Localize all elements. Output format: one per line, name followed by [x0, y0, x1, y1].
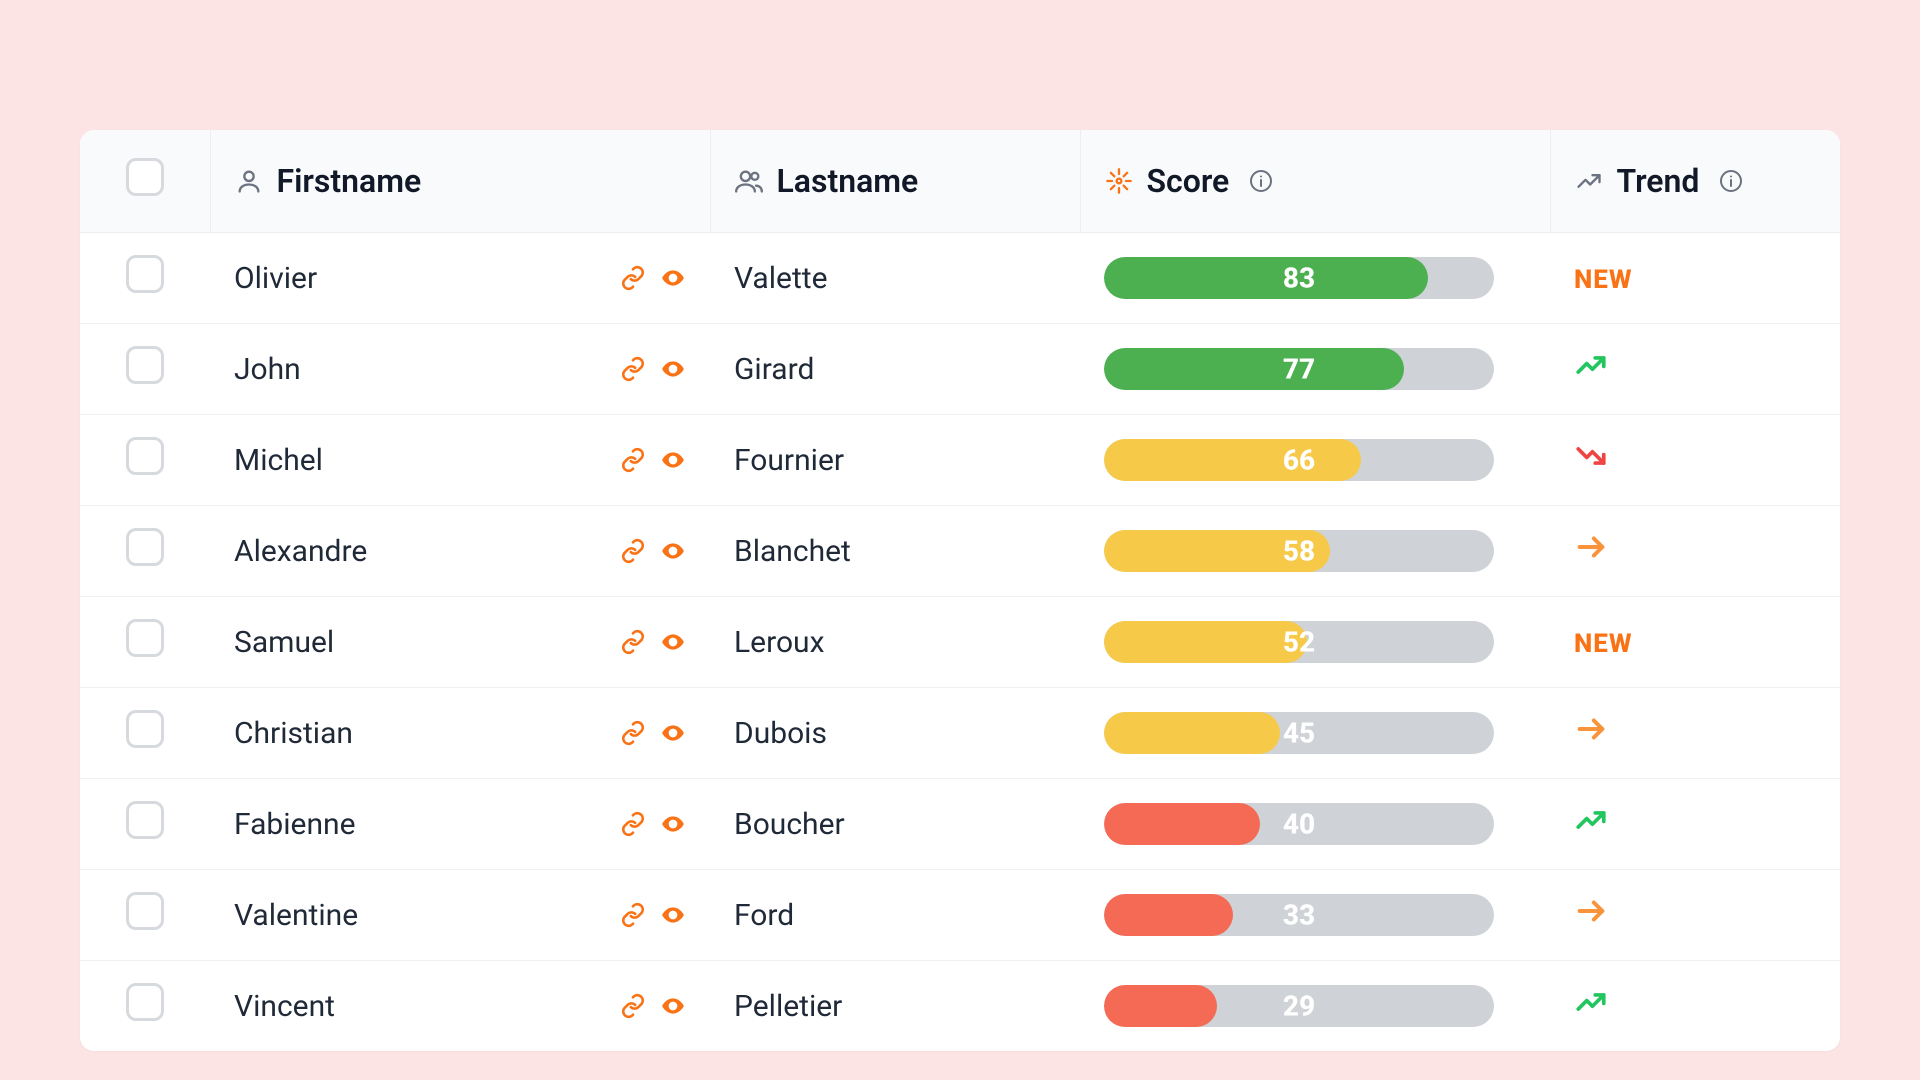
table-row: Vincent Pelletier 29 [80, 961, 1840, 1052]
eye-icon[interactable] [660, 993, 686, 1019]
link-icon[interactable] [620, 993, 646, 1019]
eye-icon[interactable] [660, 902, 686, 928]
score-bar: 58 [1104, 530, 1494, 572]
score-bar: 33 [1104, 894, 1494, 936]
link-icon[interactable] [620, 811, 646, 837]
row-checkbox[interactable] [126, 437, 164, 475]
table-row: John Girard 77 [80, 324, 1840, 415]
score-value: 45 [1283, 717, 1315, 750]
info-icon[interactable] [1719, 169, 1743, 193]
eye-icon[interactable] [660, 538, 686, 564]
firstname-value: John [234, 352, 301, 387]
lastname-value: Blanchet [734, 534, 851, 569]
score-bar: 77 [1104, 348, 1494, 390]
eye-icon[interactable] [660, 720, 686, 746]
score-bar: 40 [1104, 803, 1494, 845]
score-value: 66 [1283, 444, 1315, 477]
row-checkbox[interactable] [126, 619, 164, 657]
firstname-value: Fabienne [234, 807, 356, 842]
table-row: Valentine Ford 33 [80, 870, 1840, 961]
header-firstname[interactable]: Firstname [210, 130, 710, 233]
lastname-value: Dubois [734, 716, 827, 751]
lastname-value: Boucher [734, 807, 845, 842]
eye-icon[interactable] [660, 447, 686, 473]
people-score-table: Firstname Lastname [80, 130, 1840, 1051]
link-icon[interactable] [620, 629, 646, 655]
row-checkbox[interactable] [126, 346, 164, 384]
trend-flat-icon [1574, 894, 1608, 928]
trend-flat-icon [1574, 530, 1608, 564]
header-score-label: Score [1147, 162, 1230, 200]
table-row: Samuel Leroux 52 NEW [80, 597, 1840, 688]
score-bar: 66 [1104, 439, 1494, 481]
header-score[interactable]: Score [1080, 130, 1550, 233]
header-select-all [80, 130, 210, 233]
firstname-value: Christian [234, 716, 353, 751]
trend-flat-icon [1574, 712, 1608, 746]
score-value: 58 [1283, 535, 1315, 568]
eye-icon[interactable] [660, 629, 686, 655]
lastname-value: Valette [734, 261, 828, 296]
link-icon[interactable] [620, 538, 646, 564]
score-value: 33 [1283, 899, 1315, 932]
table-row: Fabienne Boucher 40 [80, 779, 1840, 870]
score-bar: 83 [1104, 257, 1494, 299]
trend-up-icon [1574, 803, 1608, 837]
lastname-value: Leroux [734, 625, 824, 660]
firstname-value: Samuel [234, 625, 334, 660]
lastname-value: Ford [734, 898, 794, 933]
lastname-value: Pelletier [734, 989, 842, 1024]
eye-icon[interactable] [660, 811, 686, 837]
lastname-value: Girard [734, 352, 814, 387]
score-value: 52 [1283, 626, 1315, 659]
row-checkbox[interactable] [126, 255, 164, 293]
trend-new-badge: NEW [1574, 629, 1633, 659]
score-value: 77 [1283, 353, 1315, 386]
person-icon [235, 167, 263, 195]
select-all-checkbox[interactable] [126, 158, 164, 196]
link-icon[interactable] [620, 265, 646, 291]
row-checkbox[interactable] [126, 892, 164, 930]
firstname-value: Valentine [234, 898, 358, 933]
header-trend[interactable]: Trend [1550, 130, 1840, 233]
firstname-value: Michel [234, 443, 323, 478]
trend-up-icon [1574, 985, 1608, 1019]
header-firstname-label: Firstname [277, 162, 422, 200]
row-checkbox[interactable] [126, 710, 164, 748]
score-bar: 29 [1104, 985, 1494, 1027]
link-icon[interactable] [620, 447, 646, 473]
firstname-value: Alexandre [234, 534, 367, 569]
table-row: Christian Dubois 45 [80, 688, 1840, 779]
table-row: Olivier Valette 83 NEW [80, 233, 1840, 324]
table-row: Michel Fournier 66 [80, 415, 1840, 506]
link-icon[interactable] [620, 356, 646, 382]
row-checkbox[interactable] [126, 983, 164, 1021]
eye-icon[interactable] [660, 265, 686, 291]
header-lastname[interactable]: Lastname [710, 130, 1080, 233]
firstname-value: Vincent [234, 989, 335, 1024]
target-icon [1105, 167, 1133, 195]
score-value: 29 [1283, 990, 1315, 1023]
link-icon[interactable] [620, 902, 646, 928]
trend-icon [1575, 167, 1603, 195]
score-value: 83 [1283, 262, 1315, 295]
people-icon [735, 167, 763, 195]
table-header-row: Firstname Lastname [80, 130, 1840, 233]
trend-new-badge: NEW [1574, 265, 1633, 295]
firstname-value: Olivier [234, 261, 317, 296]
score-value: 40 [1283, 808, 1315, 841]
table-row: Alexandre Blanchet 58 [80, 506, 1840, 597]
trend-down-icon [1574, 439, 1608, 473]
score-bar: 52 [1104, 621, 1494, 663]
header-lastname-label: Lastname [777, 162, 919, 200]
row-checkbox[interactable] [126, 801, 164, 839]
eye-icon[interactable] [660, 356, 686, 382]
lastname-value: Fournier [734, 443, 844, 478]
score-bar: 45 [1104, 712, 1494, 754]
row-checkbox[interactable] [126, 528, 164, 566]
trend-up-icon [1574, 348, 1608, 382]
link-icon[interactable] [620, 720, 646, 746]
header-trend-label: Trend [1617, 162, 1700, 200]
info-icon[interactable] [1249, 169, 1273, 193]
